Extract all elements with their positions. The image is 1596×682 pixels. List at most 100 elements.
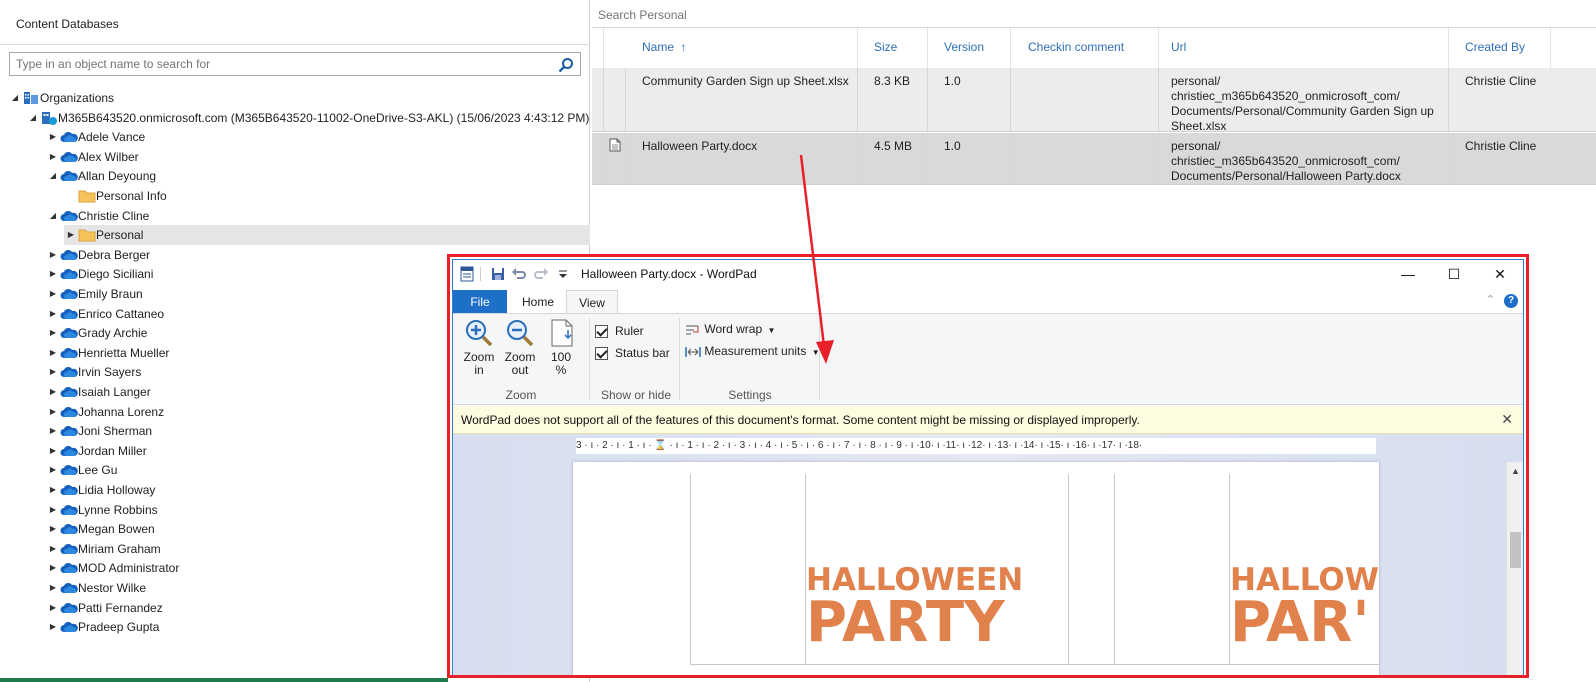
ruler[interactable]: 3 · ı · 2 · ı · 1 · ı · ⌛ · ı · 1 · ı · … xyxy=(576,438,1376,454)
cell-divider xyxy=(625,68,626,131)
expand-arrow-icon[interactable]: ▶ xyxy=(48,127,58,147)
word-wrap-label: Word wrap xyxy=(704,322,763,336)
onedrive-cloud-icon xyxy=(60,287,78,301)
document-page[interactable]: HALLOWEEN PARTY HALLOW PAR' xyxy=(573,462,1379,675)
expand-arrow-icon[interactable]: ▶ xyxy=(48,343,58,363)
tree-node-label: Emily Braun xyxy=(78,287,143,301)
tree-node[interactable]: ▶ Adele Vance xyxy=(0,127,590,147)
tab-file[interactable]: File xyxy=(453,290,507,314)
expand-arrow-icon[interactable]: ▶ xyxy=(48,147,58,167)
panel-title: Content Databases xyxy=(16,17,119,31)
cell-divider xyxy=(1158,133,1159,184)
zoom-100-label: % xyxy=(555,363,567,377)
tab-view[interactable]: View xyxy=(566,290,618,314)
expand-arrow-icon[interactable]: ▶ xyxy=(48,264,58,284)
expand-arrow-icon[interactable]: ▶ xyxy=(48,598,58,618)
expand-arrow-icon[interactable]: ▶ xyxy=(48,421,58,441)
measurement-units-button[interactable]: Measurement units ▼ xyxy=(685,344,820,360)
expand-arrow-icon[interactable]: ▶ xyxy=(48,362,58,382)
redo-icon[interactable] xyxy=(533,266,549,282)
url-line: personal/ xyxy=(1171,139,1221,153)
scroll-thumb[interactable] xyxy=(1510,532,1521,568)
column-header-created-by[interactable]: Created By xyxy=(1465,40,1525,54)
expand-arrow-icon[interactable]: ▶ xyxy=(48,460,58,480)
expand-arrow-icon[interactable]: ▶ xyxy=(48,284,58,304)
wordpad-app-icon[interactable] xyxy=(459,266,475,282)
organization-icon xyxy=(22,91,40,105)
expand-arrow-icon[interactable]: ▶ xyxy=(48,323,58,343)
expand-arrow-icon[interactable]: ▶ xyxy=(48,245,58,265)
zoom-in-label: in xyxy=(474,363,484,377)
minimize-button[interactable]: — xyxy=(1385,260,1431,288)
column-header-checkin-comment[interactable]: Checkin comment xyxy=(1028,40,1124,54)
column-header-version[interactable]: Version xyxy=(944,40,984,54)
tree-node[interactable]: ◢ Organizations xyxy=(0,88,590,108)
expand-arrow-icon[interactable]: ▶ xyxy=(48,519,58,539)
tree-node[interactable]: ◢ Christie Cline xyxy=(0,206,590,226)
zoom-out-label: out xyxy=(511,363,529,377)
expand-arrow-icon[interactable]: ▶ xyxy=(48,539,58,559)
tree-node-label: M365B643520.onmicrosoft.com (M365B643520… xyxy=(58,110,590,125)
collapse-arrow-icon[interactable]: ◢ xyxy=(48,206,58,226)
table-row[interactable]: Halloween Party.docx 4.5 MB 1.0 personal… xyxy=(592,133,1596,185)
tree-node[interactable]: ◢ Allan Deyoung xyxy=(0,166,590,186)
expand-arrow-icon[interactable]: ▶ xyxy=(48,480,58,500)
zoom-100-button[interactable]: 100 % xyxy=(543,318,579,377)
collapse-arrow-icon[interactable]: ◢ xyxy=(10,88,20,108)
group-label-settings: Settings xyxy=(728,388,772,402)
zoom-in-button[interactable]: Zoom in xyxy=(461,318,497,377)
column-divider xyxy=(927,28,928,68)
expand-arrow-icon[interactable]: ▶ xyxy=(48,441,58,461)
tree-node[interactable]: ◢ M365B643520.onmicrosoft.com (M365B64352… xyxy=(0,108,590,128)
customize-toolbar-icon[interactable] xyxy=(555,266,571,282)
expand-arrow-icon[interactable]: ▶ xyxy=(48,304,58,324)
onedrive-cloud-icon xyxy=(60,444,78,458)
undo-icon[interactable] xyxy=(511,266,527,282)
group-divider xyxy=(819,318,820,400)
expand-arrow-icon[interactable]: ▶ xyxy=(48,617,58,637)
zoom-out-button[interactable]: Zoom out xyxy=(502,318,538,377)
object-search-input[interactable] xyxy=(10,53,550,75)
save-icon[interactable] xyxy=(490,266,506,282)
tree-node[interactable]: ▶ Personal xyxy=(64,225,590,246)
column-header-size[interactable]: Size xyxy=(874,40,897,54)
dismiss-warning-icon[interactable]: ✕ xyxy=(1501,411,1513,428)
vertical-scrollbar[interactable]: ▲ xyxy=(1506,462,1523,675)
tree-node[interactable]: ▶ Alex Wilber xyxy=(0,147,590,167)
search-icon[interactable] xyxy=(558,57,574,73)
expand-arrow-icon[interactable]: ▶ xyxy=(48,578,58,598)
tree-node-label: Enrico Cattaneo xyxy=(78,306,165,321)
expand-arrow-icon[interactable]: ▶ xyxy=(48,558,58,578)
onedrive-cloud-icon xyxy=(60,169,78,183)
measurement-units-icon xyxy=(685,346,701,357)
column-header-name[interactable]: Name ↑ xyxy=(642,40,686,54)
scroll-up-icon[interactable]: ▲ xyxy=(1511,466,1520,476)
collapse-arrow-icon[interactable]: ◢ xyxy=(48,166,58,186)
status-bar-checkbox[interactable] xyxy=(595,347,608,360)
maximize-button[interactable]: ☐ xyxy=(1431,260,1477,288)
tree-node-label: Grady Archie xyxy=(78,326,148,341)
close-button[interactable]: ✕ xyxy=(1477,260,1523,288)
tree-node-label: Isaiah Langer xyxy=(78,385,151,399)
column-header-url[interactable]: Url xyxy=(1171,40,1186,54)
ruler-checkbox[interactable] xyxy=(595,325,608,338)
party-heading: PAR' xyxy=(1230,590,1370,655)
expand-arrow-icon[interactable]: ▶ xyxy=(66,225,76,245)
minimize-ribbon-icon[interactable]: ⌃ xyxy=(1486,293,1495,306)
zoom-out-icon xyxy=(507,320,534,347)
tree-node-label: Christie Cline xyxy=(78,208,150,223)
expand-arrow-icon[interactable]: ▶ xyxy=(48,500,58,520)
tree-node[interactable]: Personal Info xyxy=(0,186,590,206)
group-label-zoom: Zoom xyxy=(505,388,537,402)
group-divider xyxy=(679,318,680,400)
search-personal-input[interactable] xyxy=(592,4,1572,26)
help-icon[interactable]: ? xyxy=(1504,294,1518,308)
collapse-arrow-icon[interactable]: ◢ xyxy=(28,108,38,128)
table-row[interactable]: Community Garden Sign up Sheet.xlsx 8.3 … xyxy=(592,68,1596,133)
tab-home[interactable]: Home xyxy=(511,290,565,314)
expand-arrow-icon[interactable]: ▶ xyxy=(48,402,58,422)
cell-divider xyxy=(603,133,604,184)
tree-node-label: Organizations xyxy=(40,91,115,105)
word-wrap-button[interactable]: Word wrap ▼ xyxy=(685,322,775,338)
expand-arrow-icon[interactable]: ▶ xyxy=(48,382,58,402)
